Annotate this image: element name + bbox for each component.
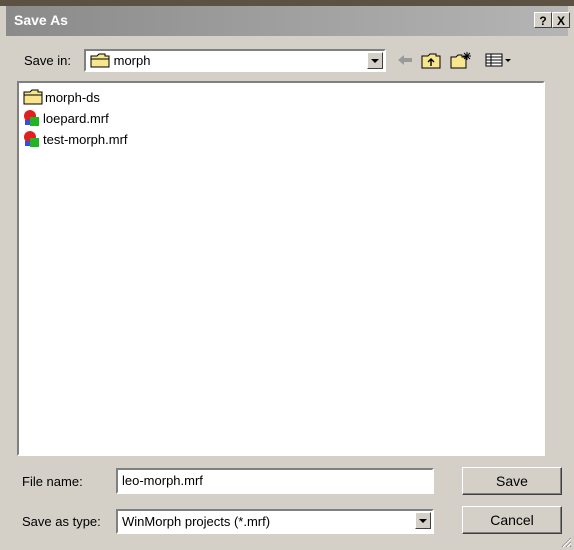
folder-icon	[23, 89, 43, 105]
close-button[interactable]: X	[552, 12, 570, 28]
file-name-label: File name:	[22, 474, 83, 489]
save-type-value: WinMorph projects (*.mrf)	[122, 514, 271, 529]
file-list[interactable]: morph-ds loepard.mrf test-morph.mrf	[17, 81, 545, 456]
winmorph-file-icon	[24, 110, 39, 126]
back-arrow-icon[interactable]	[394, 50, 416, 70]
file-name-field[interactable]: leo-morph.mrf	[116, 468, 434, 494]
folder-icon	[90, 53, 110, 68]
list-item[interactable]: morph-ds	[23, 87, 100, 107]
title-bar[interactable]: Save As ? X	[6, 6, 570, 36]
cancel-button[interactable]: Cancel	[462, 506, 562, 534]
save-button[interactable]: Save	[462, 467, 562, 495]
list-item-label: test-morph.mrf	[43, 131, 128, 147]
save-in-label: Save in:	[24, 53, 71, 68]
up-folder-icon[interactable]	[420, 50, 442, 70]
window-title: Save As	[14, 12, 68, 28]
resize-grip-icon[interactable]	[560, 536, 572, 548]
list-item[interactable]: loepard.mrf	[23, 108, 109, 128]
view-menu-icon[interactable]	[484, 50, 514, 70]
winmorph-file-icon	[24, 131, 39, 147]
save-in-dropdown[interactable]: morph	[84, 49, 386, 72]
list-item-label: loepard.mrf	[43, 110, 109, 126]
chevron-down-icon[interactable]	[367, 52, 383, 69]
chevron-down-icon[interactable]	[415, 512, 431, 529]
file-name-value: leo-morph.mrf	[122, 473, 203, 488]
save-in-value: morph	[90, 53, 150, 68]
save-type-dropdown[interactable]: WinMorph projects (*.mrf)	[116, 509, 434, 534]
save-type-label: Save as type:	[22, 514, 101, 529]
list-item-label: morph-ds	[45, 89, 100, 105]
list-item[interactable]: test-morph.mrf	[23, 129, 128, 149]
help-button[interactable]: ?	[534, 12, 552, 28]
new-folder-icon[interactable]	[450, 50, 472, 70]
